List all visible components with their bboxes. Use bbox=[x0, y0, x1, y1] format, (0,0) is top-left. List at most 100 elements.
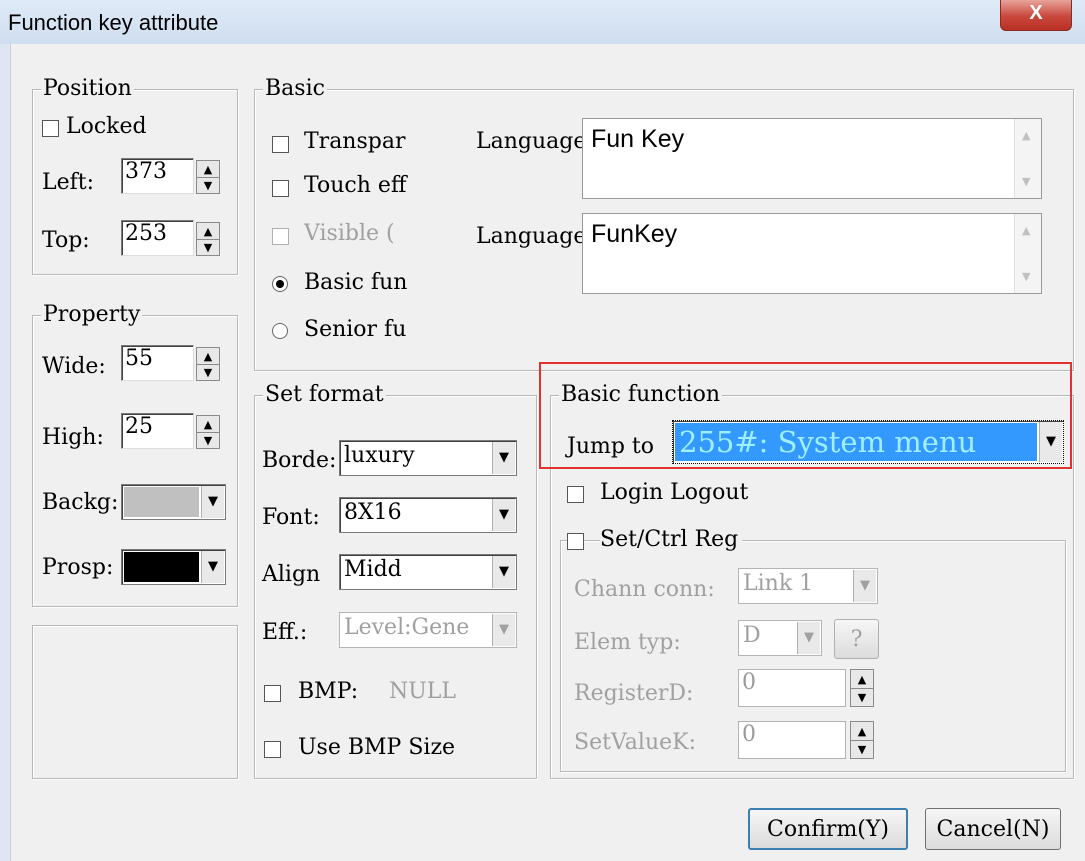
font-select-value: 8X16 bbox=[344, 500, 402, 525]
spin-down-icon[interactable]: ▼ bbox=[197, 177, 219, 193]
top-input[interactable]: 253 bbox=[121, 220, 194, 256]
locked-checkbox[interactable] bbox=[42, 120, 59, 137]
set-value-label: SetValueK: bbox=[574, 730, 696, 755]
bmp-value: NULL bbox=[389, 679, 457, 704]
chevron-down-icon[interactable]: ▼ bbox=[492, 556, 515, 588]
element-type-label: Elem typ: bbox=[574, 630, 681, 655]
language1-textbox[interactable]: Fun Key ▲ ▼ bbox=[582, 118, 1042, 199]
language1-scrollbar[interactable]: ▲ ▼ bbox=[1014, 119, 1041, 198]
basic-function-radio-label: Basic fun bbox=[304, 270, 408, 295]
transparent-label: Transpar bbox=[304, 129, 406, 154]
close-button[interactable]: X bbox=[1000, 0, 1072, 31]
register-label: RegisterD: bbox=[574, 681, 694, 706]
chevron-down-icon[interactable]: ▼ bbox=[492, 442, 515, 474]
set-format-group-label: Set format bbox=[263, 382, 386, 408]
basic-function-radio[interactable] bbox=[272, 276, 288, 292]
left-input[interactable]: 373 bbox=[121, 158, 194, 194]
chevron-down-icon[interactable]: ▼ bbox=[853, 570, 876, 602]
chevron-down-icon[interactable]: ▼ bbox=[201, 551, 224, 583]
confirm-button[interactable]: Confirm(Y) bbox=[748, 808, 908, 850]
basic-group-label: Basic bbox=[263, 76, 327, 102]
spin-up-icon[interactable]: ▲ bbox=[197, 348, 219, 365]
language1-label: Language bbox=[476, 129, 582, 154]
high-spinner[interactable]: ▲ ▼ bbox=[196, 415, 220, 449]
spin-up-icon[interactable]: ▲ bbox=[197, 416, 219, 433]
use-bmp-size-checkbox[interactable] bbox=[264, 741, 281, 758]
high-input[interactable]: 25 bbox=[121, 413, 194, 449]
window-title: Function key attribute bbox=[8, 10, 219, 35]
scroll-up-icon[interactable]: ▲ bbox=[1022, 224, 1030, 237]
set-ctrl-reg-label: Set/Ctrl Reg bbox=[600, 527, 743, 553]
cancel-button[interactable]: Cancel(N) bbox=[925, 808, 1061, 850]
language2-text: FunKey bbox=[591, 220, 678, 248]
help-icon: ? bbox=[850, 626, 863, 652]
set-value-input[interactable]: 0 bbox=[738, 721, 846, 759]
bmp-label: BMP: bbox=[298, 679, 359, 704]
border-select[interactable]: luxury ▼ bbox=[339, 440, 517, 476]
top-label: Top: bbox=[42, 228, 90, 253]
locked-label: Locked bbox=[66, 114, 147, 139]
senior-function-radio-label: Senior fu bbox=[304, 317, 407, 342]
align-select[interactable]: Midd ▼ bbox=[339, 554, 517, 590]
element-help-button[interactable]: ? bbox=[834, 619, 879, 659]
effect-select[interactable]: Level:Gene ▼ bbox=[339, 612, 517, 648]
foreground-color-picker[interactable]: ▼ bbox=[121, 549, 226, 585]
language2-label: Language bbox=[476, 224, 582, 249]
register-spinner[interactable]: ▲ ▼ bbox=[850, 669, 874, 707]
dialog-window: Function key attribute X Position Locked… bbox=[0, 0, 1085, 861]
wide-spinner[interactable]: ▲ ▼ bbox=[196, 347, 220, 381]
senior-function-radio[interactable] bbox=[272, 323, 288, 339]
effect-select-value: Level:Gene bbox=[344, 615, 470, 640]
chevron-down-icon[interactable]: ▼ bbox=[201, 486, 224, 518]
preview-panel bbox=[32, 625, 238, 779]
spin-up-icon[interactable]: ▲ bbox=[197, 223, 219, 240]
scroll-up-icon[interactable]: ▲ bbox=[1022, 129, 1030, 142]
spin-down-icon[interactable]: ▼ bbox=[197, 364, 219, 380]
foreground-color-swatch bbox=[124, 552, 199, 582]
spin-down-icon[interactable]: ▼ bbox=[197, 432, 219, 448]
element-type-value: D bbox=[743, 623, 761, 648]
language2-scrollbar[interactable]: ▲ ▼ bbox=[1014, 214, 1041, 293]
font-select[interactable]: 8X16 ▼ bbox=[339, 497, 517, 533]
channel-connection-select[interactable]: Link 1 ▼ bbox=[738, 568, 878, 604]
chevron-down-icon[interactable]: ▼ bbox=[797, 622, 820, 654]
set-value-spinner[interactable]: ▲ ▼ bbox=[850, 721, 874, 759]
wide-input[interactable]: 55 bbox=[121, 345, 194, 381]
visible-checkbox[interactable] bbox=[272, 228, 289, 245]
touch-effect-checkbox[interactable] bbox=[272, 180, 289, 197]
left-spinner[interactable]: ▲ ▼ bbox=[196, 160, 220, 194]
top-spinner[interactable]: ▲ ▼ bbox=[196, 222, 220, 256]
channel-connection-value: Link 1 bbox=[743, 571, 814, 596]
chevron-down-icon[interactable]: ▼ bbox=[492, 499, 515, 531]
spin-down-icon[interactable]: ▼ bbox=[851, 740, 873, 758]
border-label: Borde: bbox=[262, 448, 337, 473]
chevron-down-icon[interactable]: ▼ bbox=[492, 614, 515, 646]
set-ctrl-reg-checkbox[interactable] bbox=[567, 533, 584, 550]
background-color-swatch bbox=[124, 487, 199, 517]
title-bar[interactable]: Function key attribute X bbox=[0, 0, 1085, 45]
property-group-label: Property bbox=[41, 302, 143, 328]
transparent-checkbox[interactable] bbox=[272, 136, 289, 153]
element-type-select[interactable]: D ▼ bbox=[738, 620, 822, 656]
scroll-down-icon[interactable]: ▼ bbox=[1022, 270, 1030, 283]
bmp-checkbox[interactable] bbox=[264, 685, 281, 702]
spin-up-icon[interactable]: ▲ bbox=[851, 670, 873, 689]
radio-selected-dot bbox=[276, 280, 284, 288]
border-select-value: luxury bbox=[344, 443, 415, 468]
spin-up-icon[interactable]: ▲ bbox=[851, 722, 873, 741]
align-label: Align bbox=[262, 562, 321, 587]
window-border bbox=[0, 44, 10, 861]
spin-down-icon[interactable]: ▼ bbox=[851, 688, 873, 706]
channel-connection-label: Chann conn: bbox=[574, 577, 715, 602]
background-color-picker[interactable]: ▼ bbox=[121, 484, 226, 520]
high-label: High: bbox=[42, 425, 104, 450]
register-input[interactable]: 0 bbox=[738, 669, 846, 707]
highlight-annotation bbox=[539, 362, 1072, 469]
login-logout-checkbox[interactable] bbox=[567, 486, 584, 503]
use-bmp-size-label: Use BMP Size bbox=[298, 735, 456, 760]
spin-down-icon[interactable]: ▼ bbox=[197, 239, 219, 255]
login-logout-label: Login Logout bbox=[600, 480, 749, 505]
language2-textbox[interactable]: FunKey ▲ ▼ bbox=[582, 213, 1042, 294]
scroll-down-icon[interactable]: ▼ bbox=[1022, 175, 1030, 188]
spin-up-icon[interactable]: ▲ bbox=[197, 161, 219, 178]
